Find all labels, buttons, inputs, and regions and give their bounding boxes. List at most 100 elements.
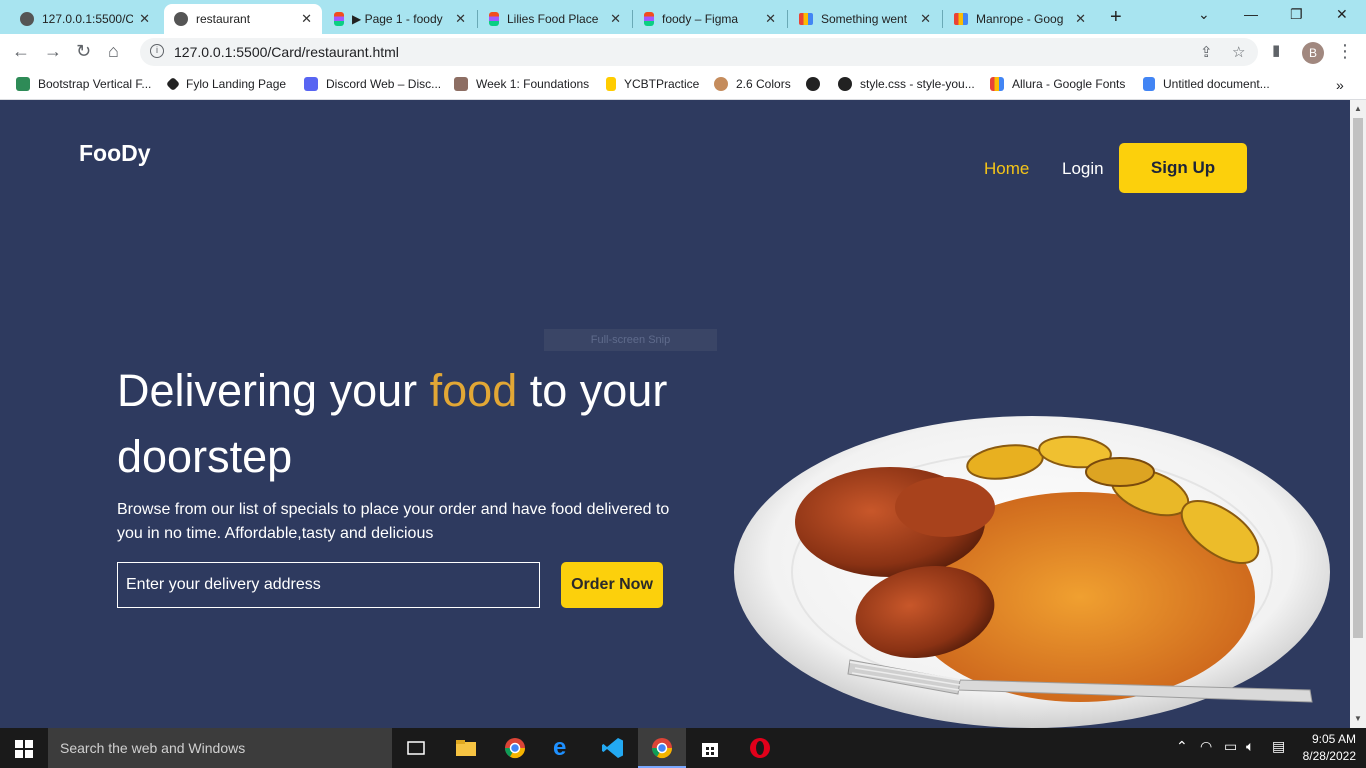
google-fonts-icon xyxy=(799,13,813,25)
close-icon[interactable]: ✕ xyxy=(610,11,621,27)
bookmark-item[interactable]: Allura - Google Fonts xyxy=(990,77,1125,91)
tab-title: restaurant xyxy=(196,12,251,26)
browser-tab-2[interactable]: restaurant ✕ xyxy=(164,4,322,34)
google-fonts-icon xyxy=(990,77,1004,91)
globe-icon xyxy=(838,77,852,91)
tab-title: foody – Figma xyxy=(662,12,739,26)
close-icon[interactable]: ✕ xyxy=(301,11,312,27)
scroll-down-icon[interactable]: ▼ xyxy=(1354,714,1362,723)
home-icon[interactable]: ⌂ xyxy=(108,41,119,62)
google-fonts-icon xyxy=(954,13,968,25)
site-info-icon[interactable]: i xyxy=(150,44,164,58)
profile-avatar[interactable]: B xyxy=(1302,42,1324,64)
delivery-address-input[interactable] xyxy=(117,562,540,608)
page-viewport: FooDy Home Login Sign Up Full-screen Sni… xyxy=(0,100,1350,728)
url-text: 127.0.0.1:5500/Card/restaurant.html xyxy=(174,44,399,60)
close-icon[interactable]: ✕ xyxy=(920,11,931,27)
volume-icon[interactable]: 🔈︎ xyxy=(1246,738,1254,755)
notification-icon[interactable]: ▤ xyxy=(1272,738,1285,755)
browser-tab-7[interactable]: Manrope - Goog ✕ xyxy=(944,4,1096,34)
hero-title-accent: food xyxy=(429,365,518,416)
snip-overlay-label: Full-screen Snip xyxy=(544,329,717,351)
task-view-icon[interactable] xyxy=(404,736,428,760)
page-scrollbar[interactable]: ▲ ▼ xyxy=(1350,100,1366,728)
food-plate-image xyxy=(734,416,1330,728)
window-close-icon[interactable]: ✕ xyxy=(1336,6,1348,23)
windows-taskbar: Search the web and Windows e ⌃ ◠ ▭ 🔈︎ ▤ xyxy=(0,728,1366,768)
bookmarks-bar: Bootstrap Vertical F... Fylo Landing Pag… xyxy=(0,70,1366,100)
browser-tab-6[interactable]: Something went ✕ xyxy=(789,4,941,34)
hero-title-part: Delivering your xyxy=(117,365,430,416)
tab-separator xyxy=(632,10,633,28)
scroll-up-icon[interactable]: ▲ xyxy=(1354,104,1362,113)
browser-toolbar: ← → ↻ ⌂ i 127.0.0.1:5500/Card/restaurant… xyxy=(0,34,1366,70)
scrollbar-thumb[interactable] xyxy=(1353,118,1363,638)
restore-icon[interactable]: ❐ xyxy=(1290,6,1303,23)
bookmark-item[interactable]: Fylo Landing Page xyxy=(165,76,286,92)
close-icon[interactable]: ✕ xyxy=(139,11,150,27)
forward-arrow-icon[interactable]: → xyxy=(44,41,62,62)
bookmark-item[interactable]: Bootstrap Vertical F... xyxy=(16,77,151,91)
bookmark-item[interactable]: YCBTPractice xyxy=(606,77,699,91)
minimize-icon[interactable]: — xyxy=(1244,6,1258,22)
opera-icon[interactable] xyxy=(748,736,772,760)
reload-icon[interactable]: ↻ xyxy=(76,41,91,62)
sign-up-button[interactable]: Sign Up xyxy=(1119,143,1247,193)
bookmark-item[interactable]: Week 1: Foundations xyxy=(454,77,589,91)
edge-icon[interactable]: e xyxy=(553,736,577,760)
browser-tab-3[interactable]: ▶ Page 1 - foody ✕ xyxy=(324,4,476,34)
site-logo[interactable]: FooDy xyxy=(79,140,151,167)
bookmark-item[interactable] xyxy=(806,77,828,91)
globe-icon xyxy=(806,77,820,91)
person-icon xyxy=(714,77,728,91)
figma-icon xyxy=(644,12,654,26)
share-icon[interactable]: ⇪ xyxy=(1200,43,1213,61)
google-docs-icon xyxy=(1143,77,1155,91)
taskbar-clock[interactable]: 9:05 AM 8/28/2022 xyxy=(1296,731,1356,765)
reading-list-icon[interactable]: ▮ xyxy=(1272,41,1280,59)
figma-icon xyxy=(489,12,499,26)
bookmark-item[interactable]: Untitled document... xyxy=(1143,77,1270,91)
tab-title: Lilies Food Place xyxy=(507,12,599,26)
bookmark-favicon-icon xyxy=(16,77,30,91)
tab-title: Manrope - Goog xyxy=(976,12,1064,26)
browser-menu-icon[interactable]: ⋮ xyxy=(1336,41,1354,62)
taskbar-search-box[interactable]: Search the web and Windows xyxy=(48,728,392,768)
wifi-icon[interactable]: ◠ xyxy=(1200,738,1212,755)
bookmark-star-icon[interactable]: ☆ xyxy=(1232,43,1245,61)
tab-title: Something went xyxy=(821,12,908,26)
store-icon[interactable] xyxy=(698,736,722,760)
browser-tab-5[interactable]: foody – Figma ✕ xyxy=(634,4,786,34)
chrome-icon[interactable] xyxy=(503,736,527,760)
bookmark-favicon-icon xyxy=(165,76,181,92)
address-bar[interactable]: i 127.0.0.1:5500/Card/restaurant.html ⇪ … xyxy=(140,38,1258,66)
tray-chevron-icon[interactable]: ⌃ xyxy=(1176,738,1188,755)
close-icon[interactable]: ✕ xyxy=(1075,11,1086,27)
nav-home-link[interactable]: Home xyxy=(984,159,1029,179)
tab-separator xyxy=(942,10,943,28)
back-arrow-icon[interactable]: ← xyxy=(12,41,30,62)
vscode-icon[interactable] xyxy=(601,736,625,760)
new-tab-icon[interactable]: + xyxy=(1110,6,1122,29)
browser-tab-1[interactable]: 127.0.0.1:5500/Ca ✕ xyxy=(10,4,160,34)
windows-start-icon[interactable] xyxy=(15,740,33,758)
bookmarks-overflow-icon[interactable]: » xyxy=(1336,77,1344,93)
tab-title: ▶ Page 1 - foody xyxy=(352,12,443,26)
hero-subtitle: Browse from our list of specials to plac… xyxy=(117,501,670,542)
bookmark-item[interactable]: style.css - style-you... xyxy=(838,77,975,91)
tab-title: 127.0.0.1:5500/Ca xyxy=(42,12,134,26)
tab-search-chevron-icon[interactable]: ⌄ xyxy=(1198,6,1210,23)
bookmark-item[interactable]: 2.6 Colors xyxy=(714,77,791,91)
file-explorer-icon[interactable] xyxy=(454,736,478,760)
discord-icon xyxy=(304,77,318,91)
close-icon[interactable]: ✕ xyxy=(765,11,776,27)
nav-login-link[interactable]: Login xyxy=(1062,159,1104,179)
tools-icon xyxy=(454,77,468,91)
close-icon[interactable]: ✕ xyxy=(455,11,466,27)
bookmark-item[interactable]: Discord Web – Disc... xyxy=(304,77,441,91)
browser-tab-strip: 127.0.0.1:5500/Ca ✕ restaurant ✕ ▶ Page … xyxy=(0,0,1366,34)
chrome-profile-icon[interactable] xyxy=(650,736,674,760)
order-now-button[interactable]: Order Now xyxy=(561,562,663,608)
battery-icon[interactable]: ▭ xyxy=(1224,738,1237,755)
browser-tab-4[interactable]: Lilies Food Place ✕ xyxy=(479,4,631,34)
